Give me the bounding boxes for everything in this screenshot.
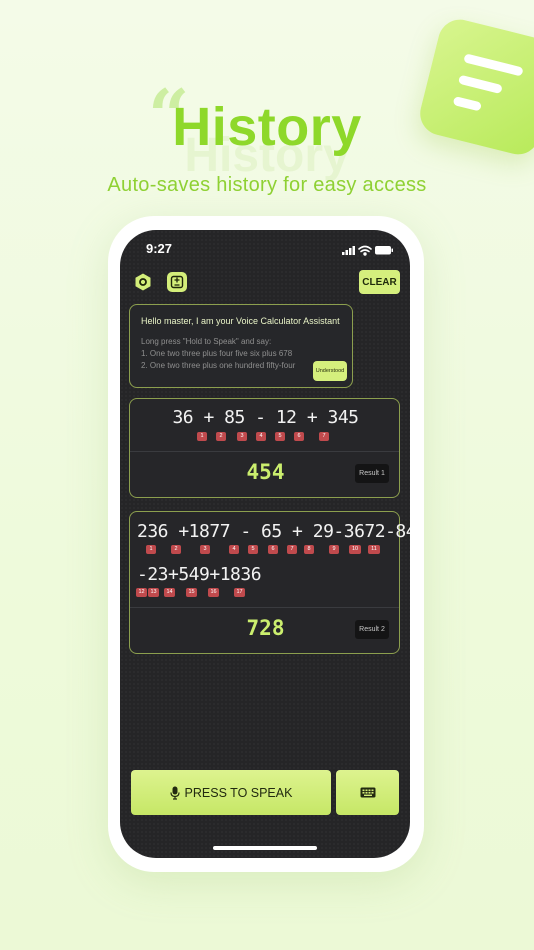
battery-icon	[375, 246, 393, 255]
number-badge: 12	[136, 588, 147, 597]
number-badge: 1	[197, 432, 207, 441]
app-screen: 9:27 CLEAR Hello master, I am your Voice…	[120, 230, 410, 858]
status-icons	[342, 243, 394, 256]
clear-button[interactable]: CLEAR	[359, 270, 400, 294]
number-badge: 7	[287, 545, 297, 554]
assistant-greeting: Hello master, I am your Voice Calculator…	[141, 316, 340, 326]
home-indicator[interactable]	[213, 846, 317, 850]
number-badge: 8	[304, 545, 314, 554]
press-to-speak-button[interactable]: PRESS TO SPEAK	[131, 770, 331, 815]
assistant-instruction: Long press "Hold to Speak" and say:	[141, 337, 272, 346]
keyboard-icon	[360, 787, 376, 798]
press-to-speak-label: PRESS TO SPEAK	[184, 785, 293, 800]
assistant-message: Hello master, I am your Voice Calculator…	[129, 304, 353, 388]
result-label: Result 2	[355, 620, 389, 639]
settings-hexagon-icon[interactable]	[133, 272, 153, 292]
expression-line: 236 +1877 - 65 + 29-3672-84	[137, 521, 410, 542]
number-badge: 7	[319, 432, 329, 441]
number-badge: 5	[275, 432, 285, 441]
number-badge: 15	[186, 588, 197, 597]
expression-line: 36 + 85 - 12 + 345	[172, 407, 359, 428]
number-badge: 14	[164, 588, 175, 597]
number-badge: 6	[294, 432, 304, 441]
keyboard-button[interactable]	[336, 770, 399, 815]
number-badge: 3	[237, 432, 247, 441]
hero-title: History	[172, 97, 362, 157]
assistant-example-1: 1. One two three plus four five six plus…	[141, 349, 293, 358]
wifi-icon	[358, 245, 372, 256]
status-time: 9:27	[146, 241, 173, 256]
number-badge: 6	[268, 545, 278, 554]
number-badge: 10	[349, 545, 361, 554]
number-badge: 16	[208, 588, 219, 597]
expression-line: -23+549+1836	[137, 564, 262, 585]
history-card-1[interactable]: 36 + 85 - 12 + 345 1 2 3 4 5 6 7 454 Res…	[129, 398, 400, 498]
number-badge: 11	[368, 545, 380, 554]
calculator-icon[interactable]	[167, 272, 187, 292]
number-badge: 5	[248, 545, 258, 554]
number-badge: 17	[234, 588, 245, 597]
history-card-2[interactable]: 236 +1877 - 65 + 29-3672-84 1 2 3 4 5 6 …	[129, 511, 410, 654]
assistant-example-2: 2. One two three plus one hundred fifty-…	[141, 361, 296, 370]
number-badge: 2	[216, 432, 226, 441]
number-badge: 1	[146, 545, 156, 554]
hero-subtitle: Auto-saves history for easy access	[107, 174, 427, 196]
number-badge: 4	[256, 432, 266, 441]
signal-icon	[342, 246, 355, 255]
number-badge: 13	[148, 588, 159, 597]
result-label: Result 1	[355, 464, 389, 483]
number-badge: 2	[171, 545, 181, 554]
understood-button[interactable]: Understood	[313, 361, 347, 381]
number-badge: 3	[200, 545, 210, 554]
number-badge: 9	[329, 545, 339, 554]
microphone-icon	[169, 786, 180, 800]
number-badge: 4	[229, 545, 239, 554]
